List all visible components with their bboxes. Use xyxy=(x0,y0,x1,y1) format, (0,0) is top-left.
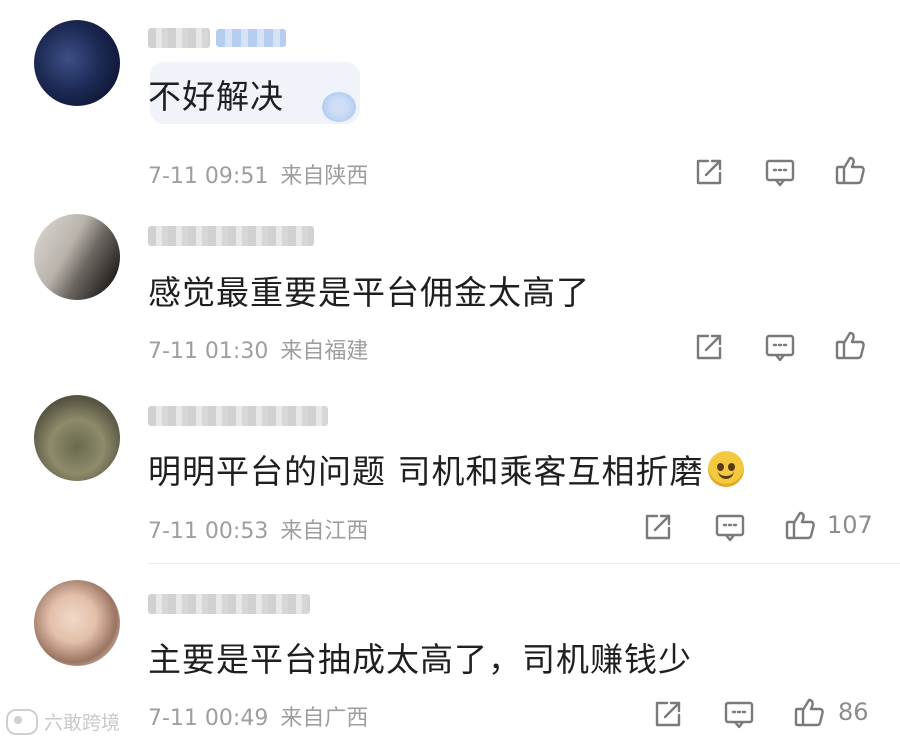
like-count: 86 xyxy=(838,698,869,726)
comment-meta: 7-11 09:51 来自陕西 xyxy=(148,158,368,190)
thumbs-up-icon[interactable] xyxy=(834,153,868,187)
comment-icon[interactable] xyxy=(763,330,797,364)
comment-location: 来自江西 xyxy=(280,519,369,544)
username[interactable] xyxy=(148,406,328,426)
comment-time: 7-11 09:51 xyxy=(148,164,269,189)
avatar[interactable] xyxy=(34,395,120,481)
username[interactable] xyxy=(148,594,310,614)
watermark-text: 六敢跨境 xyxy=(44,712,121,734)
avatar[interactable] xyxy=(34,580,120,666)
comment-body: 明明平台的问题 司机和乘客互相折磨 xyxy=(148,452,704,491)
comment-meta: 7-11 00:49 来自广西 xyxy=(148,700,368,732)
comment-location: 来自陕西 xyxy=(280,164,369,189)
username[interactable] xyxy=(148,226,314,246)
thumbs-up-icon[interactable] xyxy=(784,508,818,542)
comment-meta: 7-11 01:30 来自福建 xyxy=(148,333,368,365)
username[interactable] xyxy=(148,28,210,48)
thumbs-up-icon[interactable] xyxy=(834,328,868,362)
share-icon[interactable] xyxy=(641,510,675,544)
smile-emoji-icon xyxy=(707,451,744,487)
comment-text: 感觉最重要是平台佣金太高了 xyxy=(148,273,590,312)
comment-time: 7-11 00:49 xyxy=(148,706,269,731)
watermark: 六敢跨境 xyxy=(6,708,120,735)
comment-location: 来自广西 xyxy=(280,706,369,731)
thumbs-up-icon[interactable] xyxy=(793,695,827,729)
comment-meta: 7-11 00:53 来自江西 xyxy=(148,513,368,545)
share-icon[interactable] xyxy=(692,155,726,189)
sticker-icon xyxy=(322,92,356,122)
avatar[interactable] xyxy=(34,20,120,106)
divider xyxy=(148,563,900,564)
comment-icon[interactable] xyxy=(722,697,756,731)
user-badge xyxy=(216,29,286,47)
comment-text: 主要是平台抽成太高了，司机赚钱少 xyxy=(148,640,692,679)
share-icon[interactable] xyxy=(651,697,685,731)
comment-time: 7-11 01:30 xyxy=(148,339,269,364)
like-count: 107 xyxy=(827,511,873,539)
comment-text: 明明平台的问题 司机和乘客互相折磨 xyxy=(148,445,744,493)
comment-icon[interactable] xyxy=(763,155,797,189)
comment-time: 7-11 00:53 xyxy=(148,519,269,544)
watermark-logo-icon xyxy=(6,708,38,735)
share-icon[interactable] xyxy=(692,330,726,364)
avatar[interactable] xyxy=(34,214,120,300)
comment-text: 不好解决 xyxy=(148,77,284,116)
comment-location: 来自福建 xyxy=(280,339,369,364)
comment-icon[interactable] xyxy=(713,510,747,544)
